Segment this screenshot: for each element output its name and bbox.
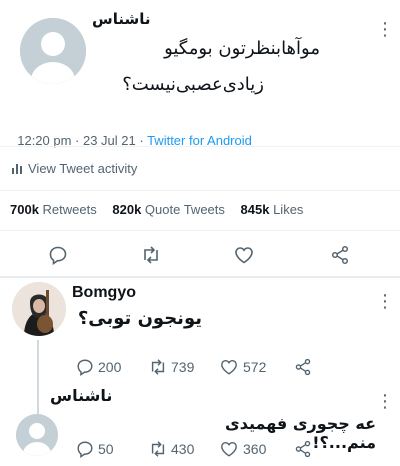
avatar[interactable] xyxy=(20,18,86,84)
reply2-retweet-count: 430 xyxy=(171,441,195,457)
reply1-author-name[interactable]: Bomgyo xyxy=(72,284,136,302)
reply1-avatar[interactable] xyxy=(12,282,66,336)
default-avatar-icon xyxy=(16,414,58,456)
retweets-stat[interactable]: 700k Retweets xyxy=(10,202,97,217)
more-icon[interactable]: ⋮ xyxy=(376,392,394,410)
share-icon[interactable] xyxy=(294,358,312,376)
view-activity-row[interactable]: View Tweet activity xyxy=(12,160,137,176)
retweet-icon[interactable] xyxy=(148,440,168,458)
reply-icon[interactable] xyxy=(76,440,94,458)
tweet-text-line2: زیادی‌عصبی‌نیست؟ xyxy=(122,74,264,95)
reply2-like-count: 360 xyxy=(243,441,267,457)
more-icon[interactable]: ⋮ xyxy=(376,292,394,310)
retweet-icon[interactable] xyxy=(148,358,168,376)
tweet-text-line1: موآهابنظرتون بومگیو xyxy=(164,38,320,59)
guitar-avatar xyxy=(12,282,66,336)
activity-icon xyxy=(12,163,22,174)
reply2-reply-count: 50 xyxy=(98,441,114,457)
reply1-like-count: 572 xyxy=(243,359,267,375)
reply2-author-name[interactable]: ناشناس xyxy=(50,386,112,405)
reply1-retweet-count: 739 xyxy=(171,359,195,375)
reply2-avatar[interactable] xyxy=(16,414,58,456)
share-icon[interactable] xyxy=(294,440,312,458)
reply1-text: یونجون توبی؟ xyxy=(77,308,202,329)
reply1-reply-count: 200 xyxy=(98,359,122,375)
like-icon[interactable] xyxy=(220,440,238,458)
like-icon[interactable] xyxy=(234,245,254,265)
reply-icon[interactable] xyxy=(76,358,94,376)
share-icon[interactable] xyxy=(330,245,350,265)
tweet-timestamp-row: 12:20 pm · 23 Jul 21 · Twitter for Andro… xyxy=(10,118,252,148)
default-avatar-icon xyxy=(20,18,86,84)
view-activity-label: View Tweet activity xyxy=(28,160,138,176)
tweet-stats-row: 700k Retweets 820k Quote Tweets 845k Lik… xyxy=(10,202,303,217)
quotes-stat[interactable]: 820k Quote Tweets xyxy=(112,202,225,217)
likes-stat[interactable]: 845k Likes xyxy=(241,202,304,217)
tweet-author-name[interactable]: ناشناس xyxy=(92,10,150,28)
like-icon[interactable] xyxy=(220,358,238,376)
retweet-icon[interactable] xyxy=(140,245,162,265)
more-icon[interactable]: ⋮ xyxy=(376,20,394,38)
reply-icon[interactable] xyxy=(48,245,68,265)
